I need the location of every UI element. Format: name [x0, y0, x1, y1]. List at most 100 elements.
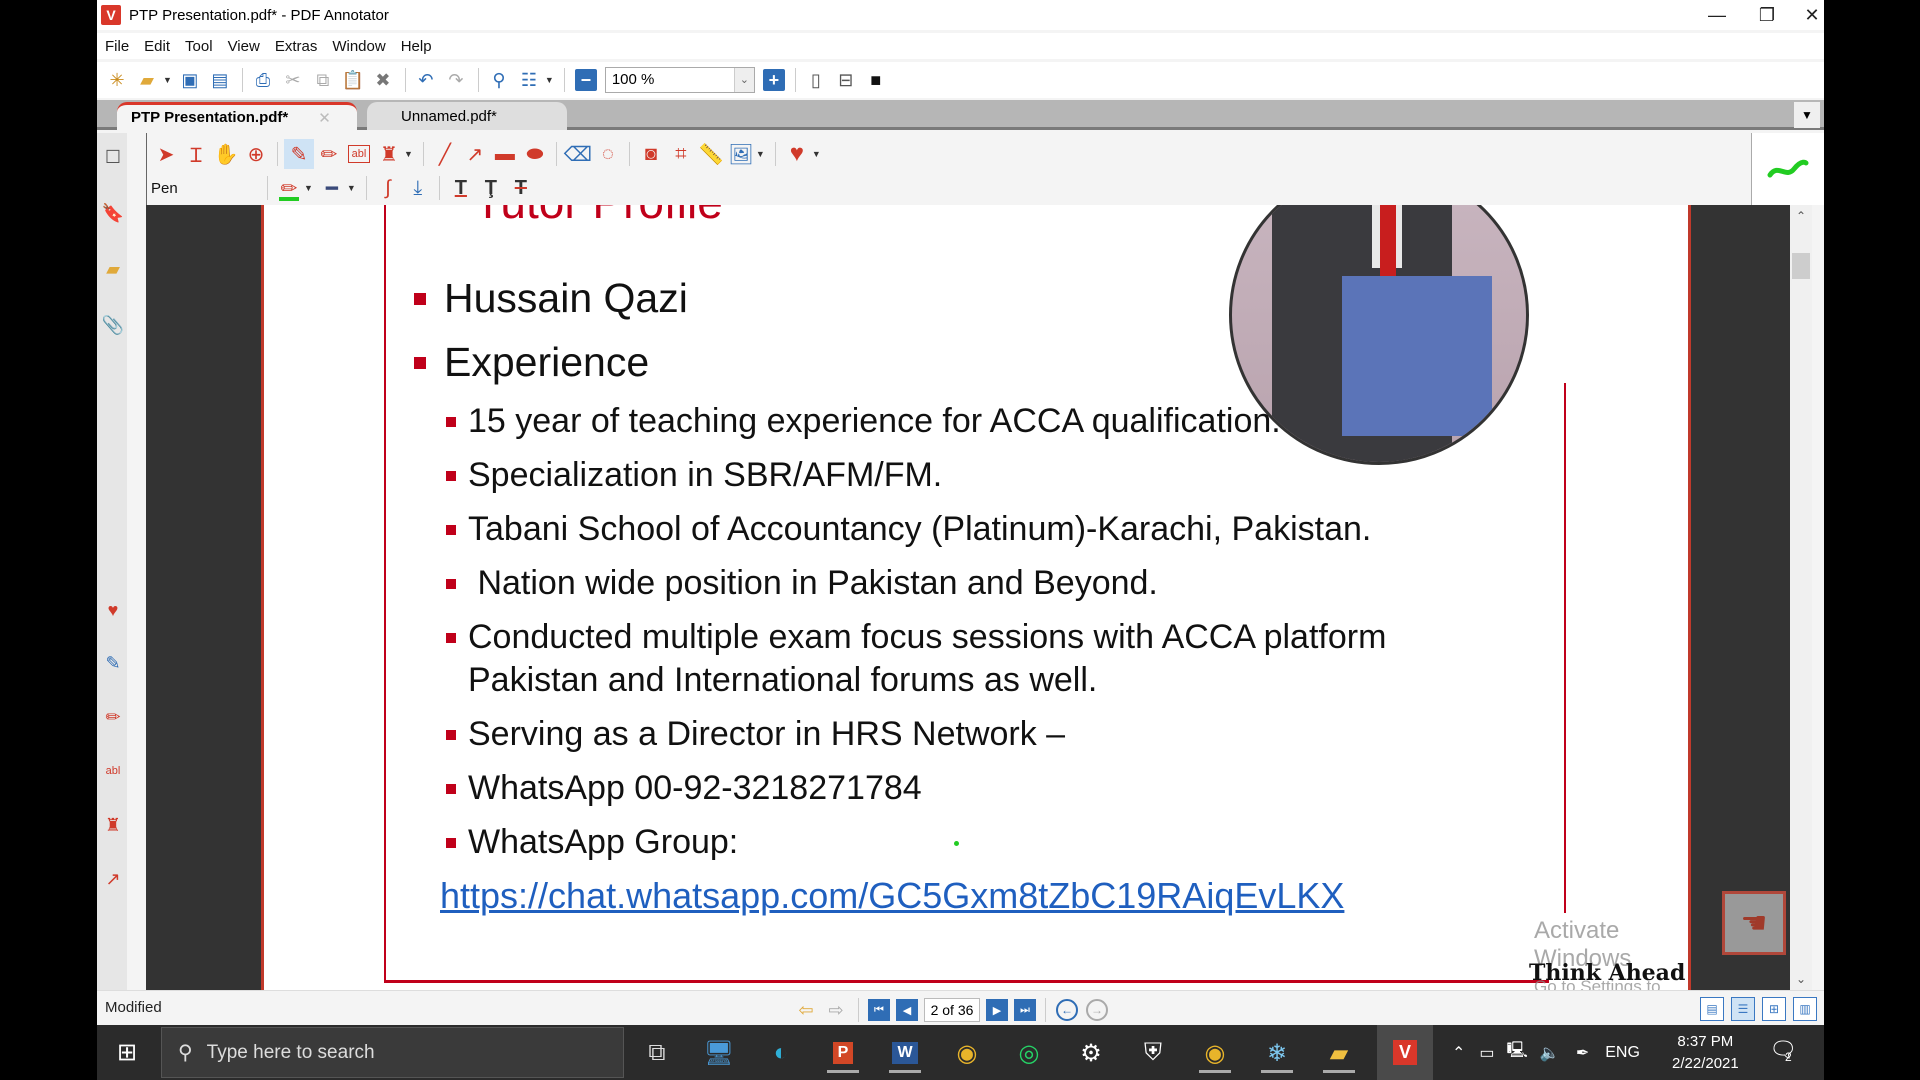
- restore-button[interactable]: ❐: [1737, 0, 1797, 30]
- print-icon[interactable]: ⎙: [249, 66, 277, 94]
- previous-page-button[interactable]: ◀: [896, 999, 918, 1021]
- vertical-scrollbar[interactable]: ⌃ ⌄: [1790, 205, 1812, 990]
- continuous-view-icon[interactable]: ☰: [1731, 997, 1755, 1021]
- thumbnails-dropdown-icon[interactable]: ▼: [545, 75, 554, 85]
- insert-image-dropdown-icon[interactable]: ▼: [756, 149, 765, 159]
- pen-color-dropdown-icon[interactable]: ▼: [304, 183, 313, 193]
- document-viewer[interactable]: Tutor Profile Hussain Qazi Experience 15…: [146, 205, 1790, 990]
- redo-icon[interactable]: ↷: [442, 66, 470, 94]
- snowflake-app-icon[interactable]: ❄: [1257, 1033, 1297, 1073]
- single-page-view-icon[interactable]: ▤: [1700, 997, 1724, 1021]
- delete-icon[interactable]: ✖: [369, 66, 397, 94]
- paste-icon[interactable]: 📋: [339, 66, 367, 94]
- previous-document-icon[interactable]: ⇦: [792, 996, 820, 1024]
- chrome-icon[interactable]: ◉: [947, 1033, 987, 1073]
- text-box-tool-icon[interactable]: abl: [348, 145, 370, 163]
- next-page-button[interactable]: ▶: [986, 999, 1008, 1021]
- thumbnails-icon[interactable]: ☷: [515, 66, 543, 94]
- powerpoint-icon[interactable]: P: [823, 1033, 863, 1073]
- two-page-view-icon[interactable]: ⊞: [1762, 997, 1786, 1021]
- scroll-up-icon[interactable]: ⌃: [1790, 209, 1812, 223]
- edge-icon[interactable]: ◐: [761, 1033, 801, 1073]
- task-view-icon[interactable]: ⧉: [637, 1033, 677, 1073]
- pen-color-icon[interactable]: ✏: [274, 173, 304, 203]
- pdf-page[interactable]: Tutor Profile Hussain Qazi Experience 15…: [261, 205, 1691, 990]
- chrome-2-icon[interactable]: ◉: [1195, 1033, 1235, 1073]
- open-folder-icon[interactable]: ▰: [133, 66, 161, 94]
- remote-desktop-icon[interactable]: 🖥: [699, 1033, 739, 1073]
- stamp-tool-icon[interactable]: ♜: [374, 139, 404, 169]
- fit-width-icon[interactable]: ⊟: [832, 66, 860, 94]
- strikeout-text-icon[interactable]: T: [506, 173, 536, 203]
- go-back-icon[interactable]: ←: [1056, 999, 1078, 1021]
- cut-icon[interactable]: ✂: [279, 66, 307, 94]
- pointer-hand-button[interactable]: ☚: [1722, 891, 1786, 955]
- menu-file[interactable]: File: [105, 38, 129, 55]
- crop-tool-icon[interactable]: ⌗: [666, 139, 696, 169]
- zoom-in-icon[interactable]: ⊕: [241, 139, 271, 169]
- text-select-icon[interactable]: Ɪ: [181, 139, 211, 169]
- menu-tool[interactable]: Tool: [185, 38, 213, 55]
- first-page-button[interactable]: ⏮: [868, 999, 890, 1021]
- whatsapp-group-link[interactable]: https://chat.whatsapp.com/GC5Gxm8tZbC19R…: [440, 875, 1344, 917]
- blank-page-icon[interactable]: ☐: [101, 145, 125, 169]
- eraser-tool-icon[interactable]: ⌫: [563, 139, 593, 169]
- volume-icon[interactable]: 🔈: [1540, 1043, 1560, 1063]
- copy-icon[interactable]: ⧉: [309, 66, 337, 94]
- attachment-icon[interactable]: 📎: [101, 313, 125, 337]
- favorites-tool-icon[interactable]: ♥: [782, 139, 812, 169]
- menu-view[interactable]: View: [228, 38, 260, 55]
- tab-ptp-presentation[interactable]: PTP Presentation.pdf* ✕: [117, 102, 357, 130]
- favorites-dropdown-icon[interactable]: ▼: [812, 149, 821, 159]
- pen-workspace-icon[interactable]: ✒: [1576, 1043, 1589, 1063]
- insert-image-icon[interactable]: 🖼: [726, 139, 756, 169]
- settings-gear-icon[interactable]: ⚙: [1071, 1033, 1111, 1073]
- hand-icon[interactable]: ✋: [211, 139, 241, 169]
- page-number-field[interactable]: 2 of 36: [924, 998, 980, 1022]
- two-page-continuous-view-icon[interactable]: ▥: [1793, 997, 1817, 1021]
- chevron-down-icon[interactable]: ⌄: [733, 68, 754, 92]
- new-document-icon[interactable]: ✳: [103, 66, 131, 94]
- show-hidden-icons-icon[interactable]: ⌃: [1452, 1043, 1465, 1063]
- tab-unnamed[interactable]: Unnamed.pdf*: [367, 102, 567, 130]
- zoom-level-select[interactable]: 100 % ⌄: [604, 67, 755, 93]
- language-indicator[interactable]: ENG: [1605, 1044, 1640, 1062]
- undo-icon[interactable]: ↶: [412, 66, 440, 94]
- favorites-heart-icon[interactable]: ♥: [101, 598, 125, 622]
- zoom-out-button[interactable]: −: [574, 69, 597, 91]
- close-tab-icon[interactable]: ✕: [318, 109, 331, 127]
- arrow-tool-icon[interactable]: ↗: [460, 139, 490, 169]
- pen-tool-icon[interactable]: ✎: [284, 139, 314, 169]
- highlighter-tool-icon[interactable]: ✏: [314, 139, 344, 169]
- word-icon[interactable]: W: [885, 1033, 925, 1073]
- menu-window[interactable]: Window: [332, 38, 385, 55]
- taskbar-search-box[interactable]: ⚲ Type here to search: [161, 1027, 624, 1078]
- squiggly-text-icon[interactable]: Ţ: [476, 173, 506, 203]
- ruler-tool-icon[interactable]: 📏: [696, 139, 726, 169]
- line-width-dropdown-icon[interactable]: ▼: [347, 183, 356, 193]
- line-tool-icon[interactable]: ╱: [430, 139, 460, 169]
- menu-help[interactable]: Help: [401, 38, 432, 55]
- next-document-icon[interactable]: ⇨: [822, 996, 850, 1024]
- open-dropdown-icon[interactable]: ▼: [163, 75, 172, 85]
- close-button[interactable]: ✕: [1797, 0, 1827, 30]
- pdf-annotator-taskbar-icon[interactable]: V: [1377, 1025, 1433, 1080]
- stamp-icon[interactable]: ♜: [101, 813, 125, 837]
- snapshot-tool-icon[interactable]: ◙: [636, 139, 666, 169]
- network-icon[interactable]: 🖳: [1507, 1039, 1528, 1066]
- text-box-icon[interactable]: abl: [101, 759, 125, 783]
- file-explorer-icon[interactable]: ▰: [1319, 1033, 1359, 1073]
- menu-edit[interactable]: Edit: [144, 38, 170, 55]
- smooth-curve-icon[interactable]: ∫: [373, 173, 403, 203]
- arrow-icon[interactable]: ↗: [101, 867, 125, 891]
- system-clock[interactable]: 8:37 PM 2/22/2021: [1672, 1031, 1739, 1075]
- lasso-tool-icon[interactable]: ◌: [593, 139, 623, 169]
- select-arrow-icon[interactable]: ➤: [151, 139, 181, 169]
- fit-page-icon[interactable]: ▯: [802, 66, 830, 94]
- whatsapp-icon[interactable]: ◎: [1009, 1033, 1049, 1073]
- menu-extras[interactable]: Extras: [275, 38, 318, 55]
- sticky-note-icon[interactable]: ▰: [101, 257, 125, 281]
- line-width-icon[interactable]: ━: [317, 173, 347, 203]
- bookmark-icon[interactable]: 🔖: [101, 201, 125, 225]
- go-forward-icon[interactable]: →: [1086, 999, 1108, 1021]
